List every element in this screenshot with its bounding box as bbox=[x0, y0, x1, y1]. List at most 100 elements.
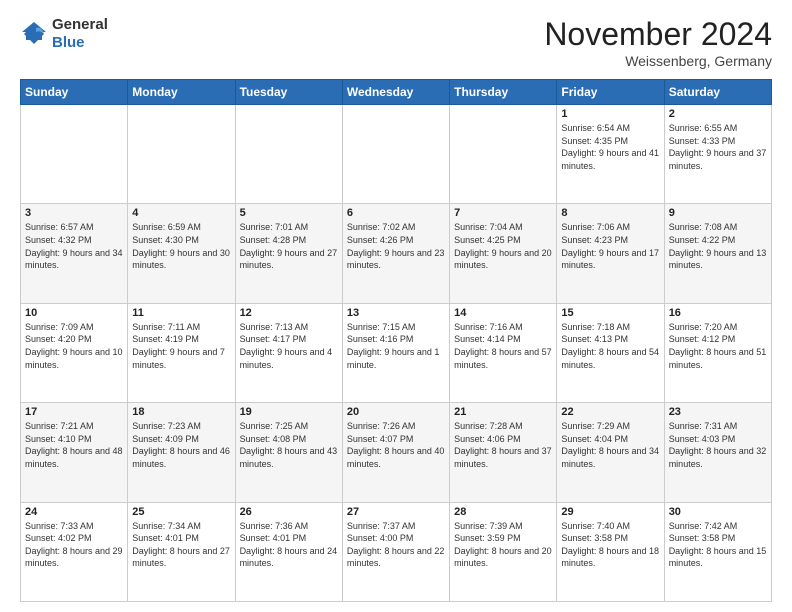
table-row: 1 Sunrise: 6:54 AM Sunset: 4:35 PM Daylig… bbox=[557, 105, 664, 204]
day-info: Sunrise: 6:55 AM Sunset: 4:33 PM Dayligh… bbox=[669, 122, 767, 172]
table-row: 12 Sunrise: 7:13 AM Sunset: 4:17 PM Dayli… bbox=[235, 303, 342, 402]
day-number: 17 bbox=[25, 406, 123, 418]
table-row: 28 Sunrise: 7:39 AM Sunset: 3:59 PM Dayli… bbox=[450, 502, 557, 601]
location: Weissenberg, Germany bbox=[544, 53, 772, 69]
calendar-week-row: 24 Sunrise: 7:33 AM Sunset: 4:02 PM Dayli… bbox=[21, 502, 772, 601]
table-row: 26 Sunrise: 7:36 AM Sunset: 4:01 PM Dayli… bbox=[235, 502, 342, 601]
col-tuesday: Tuesday bbox=[235, 80, 342, 105]
table-row bbox=[128, 105, 235, 204]
day-number: 28 bbox=[454, 506, 552, 518]
table-row: 2Sunrise: 6:55 AM Sunset: 4:33 PM Daylig… bbox=[664, 105, 771, 204]
logo-blue-text: Blue bbox=[52, 34, 85, 51]
calendar-week-row: 10Sunrise: 7:09 AM Sunset: 4:20 PM Dayli… bbox=[21, 303, 772, 402]
day-number: 7 bbox=[454, 207, 552, 219]
day-info: Sunrise: 7:16 AM Sunset: 4:14 PM Dayligh… bbox=[454, 321, 552, 371]
day-info: Sunrise: 7:39 AM Sunset: 3:59 PM Dayligh… bbox=[454, 520, 552, 570]
table-row: 30Sunrise: 7:42 AM Sunset: 3:58 PM Dayli… bbox=[664, 502, 771, 601]
table-row: 5Sunrise: 7:01 AM Sunset: 4:28 PM Daylig… bbox=[235, 204, 342, 303]
day-number: 11 bbox=[132, 307, 230, 319]
col-sunday: Sunday bbox=[21, 80, 128, 105]
day-number: 4 bbox=[132, 207, 230, 219]
day-number: 25 bbox=[132, 506, 230, 518]
day-info: Sunrise: 7:18 AM Sunset: 4:13 PM Dayligh… bbox=[561, 321, 659, 371]
table-row: 7 Sunrise: 7:04 AM Sunset: 4:25 PM Daylig… bbox=[450, 204, 557, 303]
table-row: 16 Sunrise: 7:20 AM Sunset: 4:12 PM Dayli… bbox=[664, 303, 771, 402]
day-info: Sunrise: 7:15 AM Sunset: 4:16 PM Dayligh… bbox=[347, 321, 445, 371]
day-number: 14 bbox=[454, 307, 552, 319]
day-info: Sunrise: 6:54 AM Sunset: 4:35 PM Dayligh… bbox=[561, 122, 659, 172]
table-row: 15 Sunrise: 7:18 AM Sunset: 4:13 PM Dayli… bbox=[557, 303, 664, 402]
logo: General Blue bbox=[20, 16, 108, 52]
col-friday: Friday bbox=[557, 80, 664, 105]
day-info: Sunrise: 7:31 AM Sunset: 4:03 PM Dayligh… bbox=[669, 420, 767, 470]
table-row: 24 Sunrise: 7:33 AM Sunset: 4:02 PM Dayli… bbox=[21, 502, 128, 601]
table-row: 6 Sunrise: 7:02 AM Sunset: 4:26 PM Daylig… bbox=[342, 204, 449, 303]
table-row: 11 Sunrise: 7:11 AM Sunset: 4:19 PM Dayli… bbox=[128, 303, 235, 402]
day-info: Sunrise: 7:42 AM Sunset: 3:58 PM Dayligh… bbox=[669, 520, 767, 570]
day-info: Sunrise: 7:11 AM Sunset: 4:19 PM Dayligh… bbox=[132, 321, 230, 371]
table-row: 10Sunrise: 7:09 AM Sunset: 4:20 PM Dayli… bbox=[21, 303, 128, 402]
day-number: 24 bbox=[25, 506, 123, 518]
day-number: 3 bbox=[25, 207, 123, 219]
table-row: 19 Sunrise: 7:25 AM Sunset: 4:08 PM Dayli… bbox=[235, 403, 342, 502]
day-number: 13 bbox=[347, 307, 445, 319]
table-row: 3 Sunrise: 6:57 AM Sunset: 4:32 PM Daylig… bbox=[21, 204, 128, 303]
day-number: 20 bbox=[347, 406, 445, 418]
day-number: 26 bbox=[240, 506, 338, 518]
day-number: 15 bbox=[561, 307, 659, 319]
table-row: 8Sunrise: 7:06 AM Sunset: 4:23 PM Daylig… bbox=[557, 204, 664, 303]
title-block: November 2024 Weissenberg, Germany bbox=[544, 16, 772, 69]
day-number: 27 bbox=[347, 506, 445, 518]
day-number: 1 bbox=[561, 108, 659, 120]
table-row: 18Sunrise: 7:23 AM Sunset: 4:09 PM Dayli… bbox=[128, 403, 235, 502]
day-info: Sunrise: 7:01 AM Sunset: 4:28 PM Dayligh… bbox=[240, 221, 338, 271]
day-info: Sunrise: 7:08 AM Sunset: 4:22 PM Dayligh… bbox=[669, 221, 767, 271]
day-info: Sunrise: 7:13 AM Sunset: 4:17 PM Dayligh… bbox=[240, 321, 338, 371]
table-row: 25Sunrise: 7:34 AM Sunset: 4:01 PM Dayli… bbox=[128, 502, 235, 601]
day-info: Sunrise: 7:40 AM Sunset: 3:58 PM Dayligh… bbox=[561, 520, 659, 570]
day-info: Sunrise: 7:02 AM Sunset: 4:26 PM Dayligh… bbox=[347, 221, 445, 271]
day-info: Sunrise: 7:20 AM Sunset: 4:12 PM Dayligh… bbox=[669, 321, 767, 371]
day-number: 6 bbox=[347, 207, 445, 219]
day-number: 16 bbox=[669, 307, 767, 319]
day-info: Sunrise: 7:25 AM Sunset: 4:08 PM Dayligh… bbox=[240, 420, 338, 470]
day-number: 29 bbox=[561, 506, 659, 518]
table-row: 21Sunrise: 7:28 AM Sunset: 4:06 PM Dayli… bbox=[450, 403, 557, 502]
logo-general-text: General bbox=[52, 16, 108, 33]
table-row: 4 Sunrise: 6:59 AM Sunset: 4:30 PM Daylig… bbox=[128, 204, 235, 303]
table-row bbox=[21, 105, 128, 204]
day-info: Sunrise: 7:36 AM Sunset: 4:01 PM Dayligh… bbox=[240, 520, 338, 570]
table-row: 14 Sunrise: 7:16 AM Sunset: 4:14 PM Dayli… bbox=[450, 303, 557, 402]
day-number: 23 bbox=[669, 406, 767, 418]
table-row bbox=[235, 105, 342, 204]
table-row: 9Sunrise: 7:08 AM Sunset: 4:22 PM Daylig… bbox=[664, 204, 771, 303]
calendar-week-row: 3 Sunrise: 6:57 AM Sunset: 4:32 PM Daylig… bbox=[21, 204, 772, 303]
col-monday: Monday bbox=[128, 80, 235, 105]
calendar-table: Sunday Monday Tuesday Wednesday Thursday… bbox=[20, 79, 772, 602]
day-info: Sunrise: 7:33 AM Sunset: 4:02 PM Dayligh… bbox=[25, 520, 123, 570]
table-row: 23 Sunrise: 7:31 AM Sunset: 4:03 PM Dayli… bbox=[664, 403, 771, 502]
col-wednesday: Wednesday bbox=[342, 80, 449, 105]
day-info: Sunrise: 7:09 AM Sunset: 4:20 PM Dayligh… bbox=[25, 321, 123, 371]
day-info: Sunrise: 6:57 AM Sunset: 4:32 PM Dayligh… bbox=[25, 221, 123, 271]
header: General Blue November 2024 Weissenberg, … bbox=[20, 16, 772, 69]
table-row: 29 Sunrise: 7:40 AM Sunset: 3:58 PM Dayli… bbox=[557, 502, 664, 601]
day-info: Sunrise: 7:26 AM Sunset: 4:07 PM Dayligh… bbox=[347, 420, 445, 470]
logo-text: General Blue bbox=[52, 16, 108, 52]
calendar-week-row: 1 Sunrise: 6:54 AM Sunset: 4:35 PM Daylig… bbox=[21, 105, 772, 204]
col-thursday: Thursday bbox=[450, 80, 557, 105]
day-number: 19 bbox=[240, 406, 338, 418]
day-info: Sunrise: 6:59 AM Sunset: 4:30 PM Dayligh… bbox=[132, 221, 230, 271]
page: General Blue November 2024 Weissenberg, … bbox=[0, 0, 792, 612]
day-number: 8 bbox=[561, 207, 659, 219]
table-row: 27Sunrise: 7:37 AM Sunset: 4:00 PM Dayli… bbox=[342, 502, 449, 601]
day-number: 12 bbox=[240, 307, 338, 319]
calendar-header-row: Sunday Monday Tuesday Wednesday Thursday… bbox=[21, 80, 772, 105]
table-row bbox=[342, 105, 449, 204]
logo-icon bbox=[20, 20, 48, 48]
day-info: Sunrise: 7:04 AM Sunset: 4:25 PM Dayligh… bbox=[454, 221, 552, 271]
day-info: Sunrise: 7:28 AM Sunset: 4:06 PM Dayligh… bbox=[454, 420, 552, 470]
table-row: 17Sunrise: 7:21 AM Sunset: 4:10 PM Dayli… bbox=[21, 403, 128, 502]
table-row: 22Sunrise: 7:29 AM Sunset: 4:04 PM Dayli… bbox=[557, 403, 664, 502]
day-number: 22 bbox=[561, 406, 659, 418]
